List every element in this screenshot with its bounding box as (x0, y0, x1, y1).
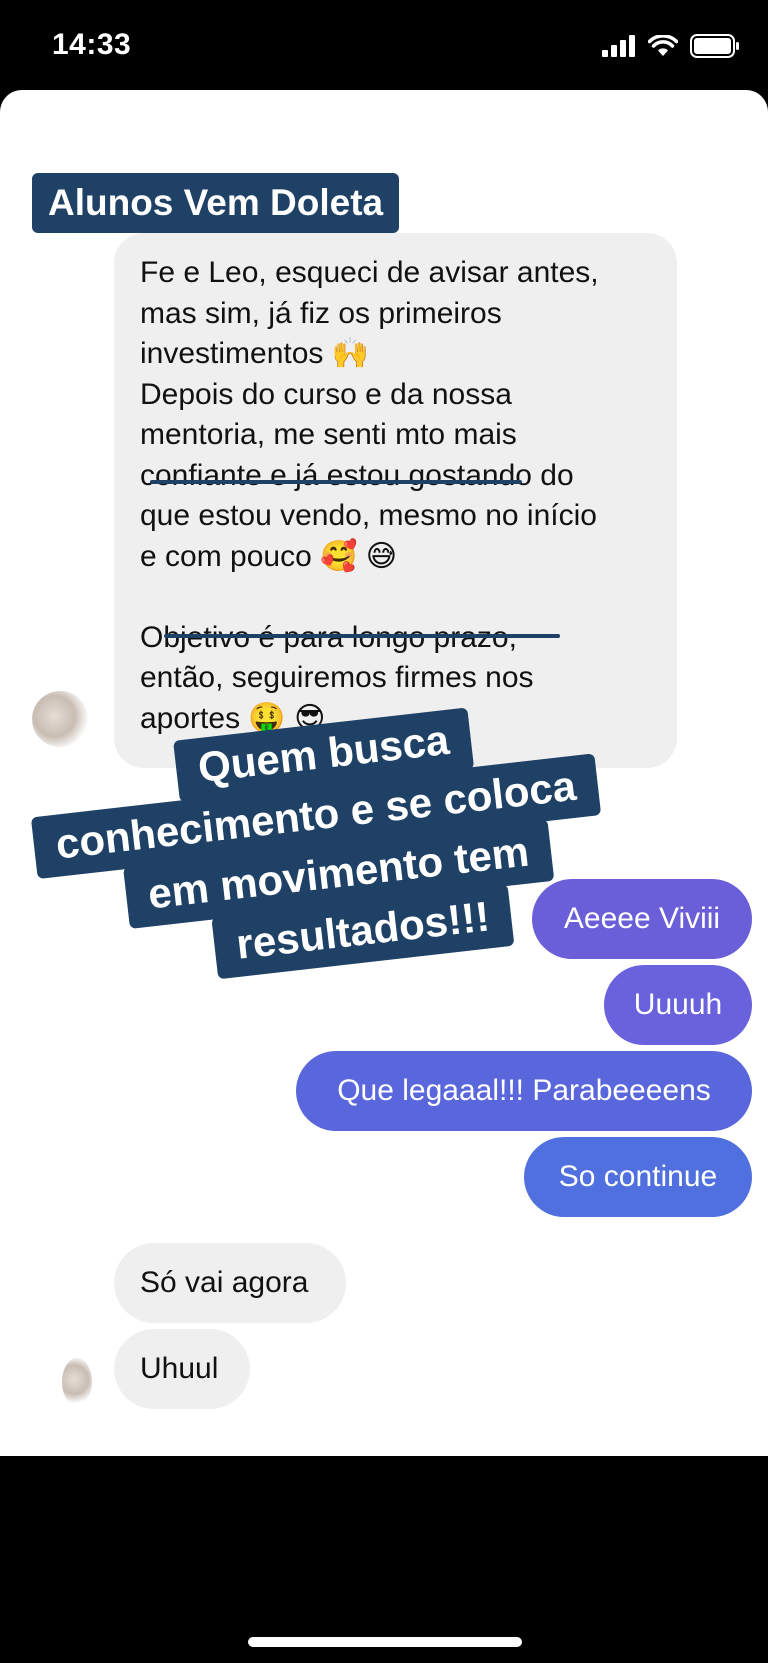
message-bubble-outgoing[interactable]: Aeeee Viviii (532, 879, 752, 959)
message-text: Aeeee Viviii (563, 902, 721, 935)
message-bubble-outgoing[interactable]: Que legaaal!!! Parabeeeens (296, 1051, 752, 1131)
message-text: So continue (558, 1160, 718, 1193)
avatar[interactable] (32, 691, 88, 747)
avatar[interactable] (62, 1358, 92, 1406)
message-text: Só vai agora (140, 1266, 309, 1299)
status-icons (602, 34, 740, 63)
message-text: Uhuul (140, 1352, 219, 1385)
message-text: Uuuuh (633, 988, 723, 1021)
status-time: 14:33 (52, 28, 132, 61)
highlight-underline-1 (150, 480, 522, 484)
message-bubble-incoming[interactable]: Uhuul (114, 1329, 250, 1409)
message-text: Que legaaal!!! Parabeeeens (337, 1074, 711, 1107)
message-bubble-outgoing[interactable]: Uuuuh (604, 965, 752, 1045)
message-bubble-incoming[interactable]: Fe e Leo, esqueci de avisar antes, mas s… (114, 233, 677, 768)
message-bubble-incoming[interactable]: Só vai agora (114, 1243, 346, 1323)
message-text: Fe e Leo, esqueci de avisar antes, mas s… (140, 256, 599, 735)
battery-icon (690, 34, 740, 63)
signal-icon (602, 35, 636, 62)
group-title: Alunos Vem Doleta (32, 173, 400, 233)
home-indicator[interactable] (248, 1637, 522, 1647)
message-bubble-outgoing[interactable]: So continue (524, 1137, 752, 1217)
highlight-underline-2 (164, 634, 560, 638)
chat-card: Alunos Vem Doleta Fe e Leo, esqueci de a… (0, 90, 768, 1456)
status-bar: 14:33 (0, 0, 768, 90)
wifi-icon (647, 34, 679, 62)
